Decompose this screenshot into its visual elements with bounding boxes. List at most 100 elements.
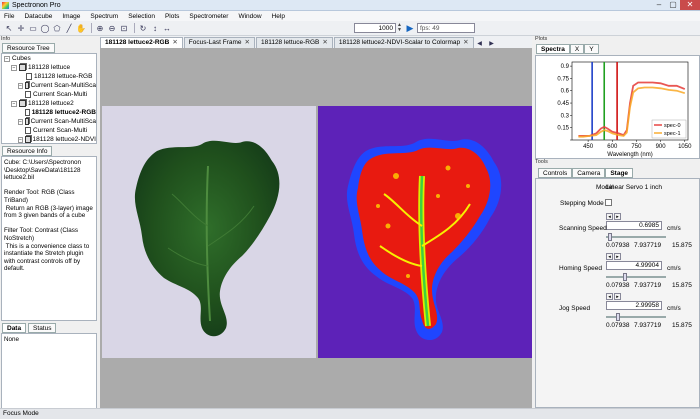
tab-y[interactable]: Y <box>584 44 599 54</box>
line-icon[interactable]: ╱ <box>64 23 74 33</box>
minimize-button[interactable]: – <box>652 0 666 10</box>
tree-item[interactable]: − 181128 lettuce2-NDVI <box>4 135 96 143</box>
toolbar-separator <box>134 23 135 33</box>
slider-knob[interactable] <box>623 273 628 281</box>
tab-scroll-right-icon[interactable]: ▶ <box>487 38 497 48</box>
close-tab-icon[interactable]: ✕ <box>172 38 177 48</box>
menu-selection[interactable]: Selection <box>128 13 155 20</box>
tree-item[interactable]: − 181128 lettuce2 <box>4 99 96 108</box>
expand-toggle-icon[interactable]: − <box>18 136 23 143</box>
fps-display: fps: 49 <box>417 23 475 33</box>
expand-toggle-icon[interactable]: − <box>11 64 17 71</box>
tab-resource-info[interactable]: Resource Info <box>2 146 53 156</box>
pan-hand-icon[interactable]: ✋ <box>76 23 86 33</box>
x-tick-label: 750 <box>631 144 642 150</box>
cube-icon <box>19 100 26 107</box>
tree-item[interactable]: −181128 lettuce-RGB <box>4 72 96 81</box>
tree-item[interactable]: − Current Scan-MultiSca <box>4 81 96 90</box>
expand-toggle-icon[interactable]: − <box>18 82 23 89</box>
menu-image[interactable]: Image <box>62 13 80 20</box>
rotate-icon[interactable]: ↻ <box>138 23 148 33</box>
tools-dock: Tools <box>534 159 700 166</box>
step-down-button[interactable]: ◂ <box>606 253 613 260</box>
tab-stage[interactable]: Stage <box>605 168 634 178</box>
tree-item[interactable]: − 181128 lettuce <box>4 63 96 72</box>
tree-item-label: Current Scan-Multi <box>33 127 88 134</box>
tab-controls[interactable]: Controls <box>538 168 573 178</box>
image-doc-icon <box>26 73 32 80</box>
zoom-in-icon[interactable]: ⊕ <box>95 23 105 33</box>
frame-input[interactable]: 1000 <box>354 23 396 33</box>
tab-resource-tree[interactable]: Resource Tree <box>2 43 55 53</box>
tree-item[interactable]: − Cubes <box>4 54 96 63</box>
spectra-chart[interactable]: 0.15 0.3 0.45 0.6 0.75 0.9 450 600 750 900 1050 Wav… <box>536 56 699 158</box>
pointer-icon[interactable]: ↖ <box>4 23 14 33</box>
info-line: Return an RGB (3-layer) image <box>4 204 93 212</box>
y-tick-label: 0.15 <box>557 126 569 132</box>
image-canvas[interactable] <box>100 48 532 408</box>
close-tab-icon[interactable]: ✕ <box>322 38 327 48</box>
expand-toggle-icon[interactable]: − <box>18 118 23 125</box>
close-button[interactable]: ✕ <box>680 0 700 10</box>
menu-bar: File Datacube Image Spectrum Selection P… <box>0 11 700 21</box>
menu-help[interactable]: Help <box>272 13 285 20</box>
tree-item[interactable]: Current Scan-Multi <box>4 126 96 135</box>
tab-data[interactable]: Data <box>2 323 27 333</box>
expand-toggle-icon[interactable]: − <box>4 55 10 62</box>
image-tab[interactable]: 181128 lettuce2-NDVI-Scalar to Colormap ✕ <box>333 37 474 48</box>
speed-max: 15.875 <box>672 242 692 249</box>
crosshair-icon[interactable]: ✛ <box>16 23 26 33</box>
tree-item[interactable]: −181128 lettuce2-RGB <box>4 108 96 117</box>
tab-camera[interactable]: Camera <box>572 168 606 178</box>
image-tab[interactable]: Focus-Last Frame ✕ <box>183 37 255 48</box>
menu-datacube[interactable]: Datacube <box>24 13 52 20</box>
image-tab[interactable]: 181128 lettuce-RGB ✕ <box>255 37 333 48</box>
flip-vertical-icon[interactable]: ↕ <box>150 23 160 33</box>
expand-toggle-icon[interactable]: − <box>11 100 17 107</box>
image-tab[interactable]: 181128 lettuce2-RGB ✕ <box>100 37 183 48</box>
menu-file[interactable]: File <box>4 13 14 20</box>
menu-spectrometer[interactable]: Spectrometer <box>189 13 228 20</box>
slider-knob[interactable] <box>616 313 621 321</box>
speed-value-field[interactable]: 4.99904 <box>606 261 662 270</box>
tree-item[interactable]: Current Scan-Multi <box>4 90 96 99</box>
slider-knob[interactable] <box>608 233 613 241</box>
step-down-button[interactable]: ◂ <box>606 213 613 220</box>
step-up-button[interactable]: ▸ <box>614 253 621 260</box>
step-up-button[interactable]: ▸ <box>614 293 621 300</box>
tab-x[interactable]: X <box>569 44 585 54</box>
zoom-out-icon[interactable]: ⊖ <box>107 23 117 33</box>
speed-slider[interactable] <box>606 233 666 241</box>
image-tab-label: 181128 lettuce-RGB <box>260 39 320 46</box>
frame-spinner[interactable]: ▲ ▼ <box>396 23 403 33</box>
ndvi-image[interactable] <box>318 106 532 358</box>
speed-value-field[interactable]: 0.6985 <box>606 221 662 230</box>
stepping-mode-checkbox[interactable] <box>605 199 612 206</box>
speed-slider[interactable] <box>606 313 666 321</box>
x-tick-label: 450 <box>583 144 594 150</box>
zoom-fit-icon[interactable]: ⊡ <box>119 23 129 33</box>
step-down-button[interactable]: ◂ <box>606 293 613 300</box>
close-tab-icon[interactable]: ✕ <box>245 38 250 48</box>
polygon-icon[interactable]: ⬠ <box>52 23 62 33</box>
step-up-button[interactable]: ▸ <box>614 213 621 220</box>
tab-spectra[interactable]: Spectra <box>536 44 570 54</box>
tab-status[interactable]: Status <box>28 323 57 333</box>
menu-spectrum[interactable]: Spectrum <box>90 13 118 20</box>
info-line: NoStretch) <box>4 234 35 242</box>
toolbar: ↖ ✛ ▭ ◯ ⬠ ╱ ✋ ⊕ ⊖ ⊡ ↻ ↕ ↔ 1000 ▲ ▼ ▶ fps:… <box>0 21 700 36</box>
info-line: lettuce2.bil <box>4 174 35 182</box>
lasso-icon[interactable]: ◯ <box>40 23 50 33</box>
close-tab-icon[interactable]: ✕ <box>463 38 468 48</box>
maximize-button[interactable]: ▢ <box>666 0 680 10</box>
rgb-image[interactable] <box>102 106 316 358</box>
tree-item[interactable]: − Current Scan-MultiSca <box>4 117 96 126</box>
flip-horizontal-icon[interactable]: ↔ <box>162 23 172 33</box>
tab-scroll-left-icon[interactable]: ◀ <box>475 38 485 48</box>
rect-select-icon[interactable]: ▭ <box>28 23 38 33</box>
play-icon[interactable]: ▶ <box>405 23 415 33</box>
menu-plots[interactable]: Plots <box>165 13 179 20</box>
menu-window[interactable]: Window <box>238 13 261 20</box>
speed-value-field[interactable]: 2.99958 <box>606 301 662 310</box>
speed-slider[interactable] <box>606 273 666 281</box>
